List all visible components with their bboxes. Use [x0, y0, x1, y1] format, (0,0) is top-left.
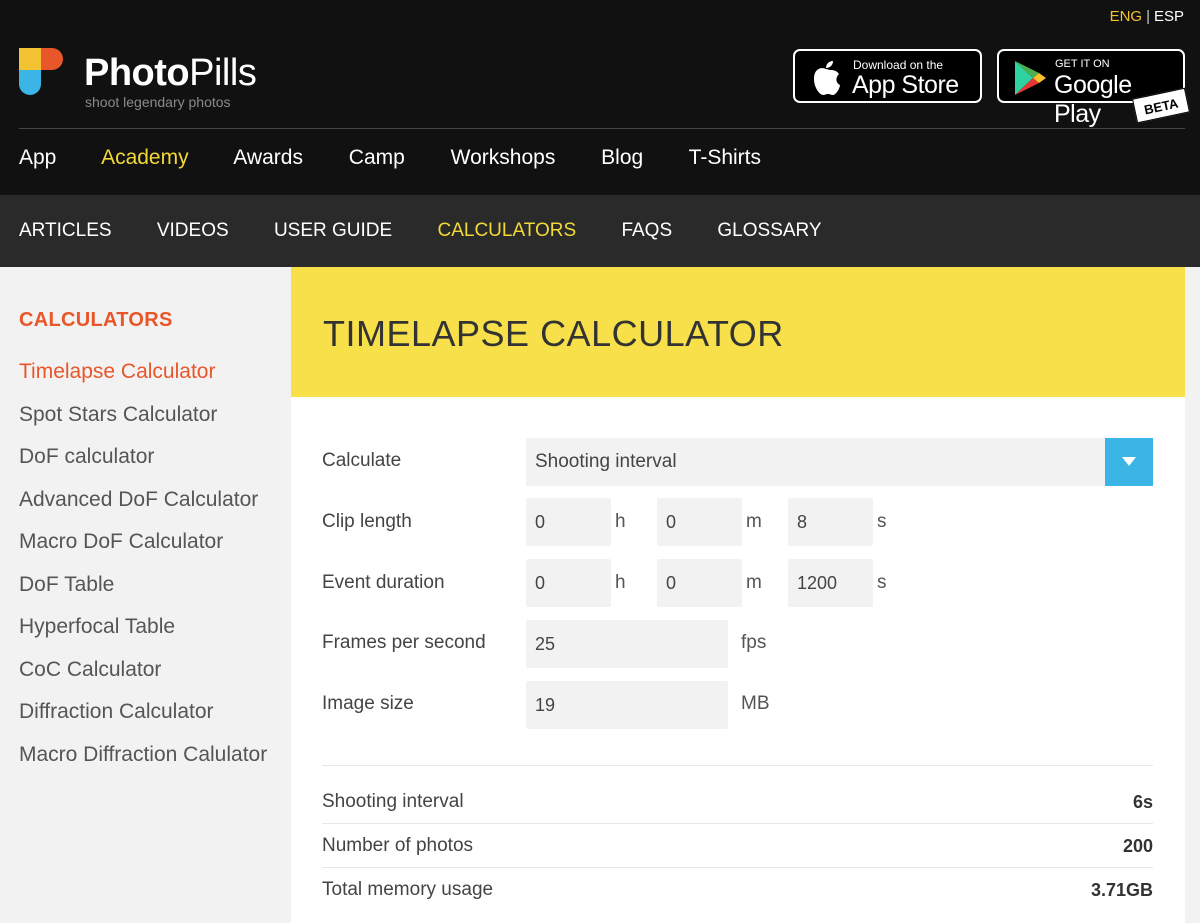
google-play-icon [1013, 59, 1047, 102]
main-nav-awards[interactable]: Awards [233, 146, 303, 169]
lang-separator: | [1146, 8, 1150, 25]
sidebar-list: Timelapse Calculator Spot Stars Calculat… [19, 357, 269, 782]
app-store-small-text: Download on the [853, 58, 944, 72]
lang-eng[interactable]: ENG [1110, 8, 1143, 25]
lang-esp[interactable]: ESP [1154, 8, 1184, 25]
results-row-divider [322, 823, 1153, 824]
fps-unit: fps [741, 632, 767, 653]
brand-name[interactable]: PhotoPills [84, 52, 257, 95]
google-play-small-text: GET IT ON [1055, 58, 1110, 70]
calculators-sidebar: CALCULATORS Timelapse Calculator Spot St… [0, 267, 291, 923]
clip-length-seconds-unit: s [877, 511, 887, 532]
sub-nav-glossary[interactable]: GLOSSARY [717, 220, 821, 241]
sidebar-item-macro-dof-calculator[interactable]: Macro DoF Calculator [19, 527, 269, 557]
dropdown-arrow-button[interactable] [1105, 438, 1153, 486]
site-header: ENG | ESP PhotoPills shoot legendary photo… [0, 0, 1200, 195]
event-duration-seconds-input[interactable]: 1200 [788, 559, 873, 607]
calculator-panel: Calculate Shooting interval Clip length … [291, 397, 1185, 923]
chevron-down-icon [1122, 457, 1136, 466]
clip-length-minutes-unit: m [746, 511, 762, 532]
clip-length-label: Clip length [322, 511, 412, 532]
fps-input[interactable]: 25 [526, 620, 728, 668]
sidebar-item-coc-calculator[interactable]: CoC Calculator [19, 655, 269, 685]
photopills-logo-icon[interactable] [19, 48, 67, 96]
header-divider [19, 128, 1185, 129]
brand-name-regular: Pills [189, 52, 257, 94]
page-title: TIMELAPSE CALCULATOR [323, 313, 784, 354]
image-size-input[interactable]: 19 [526, 681, 728, 729]
event-duration-hours-input[interactable]: 0 [526, 559, 611, 607]
sidebar-item-dof-table[interactable]: DoF Table [19, 570, 269, 600]
calculate-label: Calculate [322, 450, 402, 471]
result-total-memory-value: 3.71GB [1090, 880, 1153, 900]
event-duration-label: Event duration [322, 572, 445, 593]
result-number-of-photos-label: Number of photos [322, 835, 474, 856]
main-nav-academy[interactable]: Academy [101, 146, 189, 169]
main-nav-tshirts[interactable]: T-Shirts [689, 146, 761, 169]
sub-nav-calculators[interactable]: CALCULATORS [437, 220, 576, 241]
brand-tagline: shoot legendary photos [85, 94, 231, 110]
sidebar-item-advanced-dof-calculator[interactable]: Advanced DoF Calculator [19, 485, 269, 515]
sub-nav-faqs[interactable]: FAQS [621, 220, 672, 241]
sidebar-title: CALCULATORS [19, 309, 173, 331]
result-number-of-photos-value: 200 [1122, 836, 1153, 856]
event-duration-seconds-unit: s [877, 572, 887, 593]
sub-nav: ARTICLES VIDEOS USER GUIDE CALCULATORS F… [0, 195, 1200, 267]
event-duration-hours-unit: h [615, 572, 626, 593]
clip-length-hours-unit: h [615, 511, 626, 532]
sidebar-item-spot-stars-calculator[interactable]: Spot Stars Calculator [19, 400, 269, 430]
main-nav-app[interactable]: App [19, 146, 56, 169]
calculate-select-value: Shooting interval [535, 451, 677, 472]
clip-length-seconds-input[interactable]: 8 [788, 498, 873, 546]
event-duration-minutes-input[interactable]: 0 [657, 559, 742, 607]
main-nav-blog[interactable]: Blog [601, 146, 643, 169]
clip-length-hours-input[interactable]: 0 [526, 498, 611, 546]
main-nav-camp[interactable]: Camp [349, 146, 405, 169]
app-store-button[interactable]: Download on the App Store [793, 49, 982, 103]
results-divider [322, 765, 1153, 766]
brand-name-bold: Photo [84, 52, 190, 94]
sub-nav-videos[interactable]: VIDEOS [157, 220, 229, 241]
sidebar-item-diffraction-calculator[interactable]: Diffraction Calculator [19, 697, 269, 727]
image-size-label: Image size [322, 693, 414, 714]
sidebar-item-timelapse-calculator[interactable]: Timelapse Calculator [19, 357, 269, 387]
apple-icon [809, 59, 843, 102]
image-size-unit: MB [741, 693, 770, 714]
sub-nav-user-guide[interactable]: USER GUIDE [274, 220, 392, 241]
sidebar-item-hyperfocal-table[interactable]: Hyperfocal Table [19, 612, 269, 642]
sidebar-item-dof-calculator[interactable]: DoF calculator [19, 442, 269, 472]
results-row-divider [322, 867, 1153, 868]
result-shooting-interval-value: 6s [1132, 792, 1153, 812]
language-switcher: ENG | ESP [1110, 8, 1184, 25]
main-nav-workshops[interactable]: Workshops [451, 146, 556, 169]
sub-nav-articles[interactable]: ARTICLES [19, 220, 112, 241]
main-nav: App Academy Awards Camp Workshops Blog T… [19, 146, 801, 170]
event-duration-minutes-unit: m [746, 572, 762, 593]
result-shooting-interval-label: Shooting interval [322, 791, 464, 812]
sidebar-item-macro-diffraction-calculator[interactable]: Macro Diffraction Calulator [19, 740, 269, 770]
fps-label: Frames per second [322, 632, 486, 653]
app-store-big-text: App Store [852, 71, 959, 99]
clip-length-minutes-input[interactable]: 0 [657, 498, 742, 546]
calculator-banner: TIMELAPSE CALCULATOR [291, 267, 1185, 397]
calculate-select[interactable]: Shooting interval [526, 438, 1153, 486]
result-total-memory-label: Total memory usage [322, 879, 494, 900]
